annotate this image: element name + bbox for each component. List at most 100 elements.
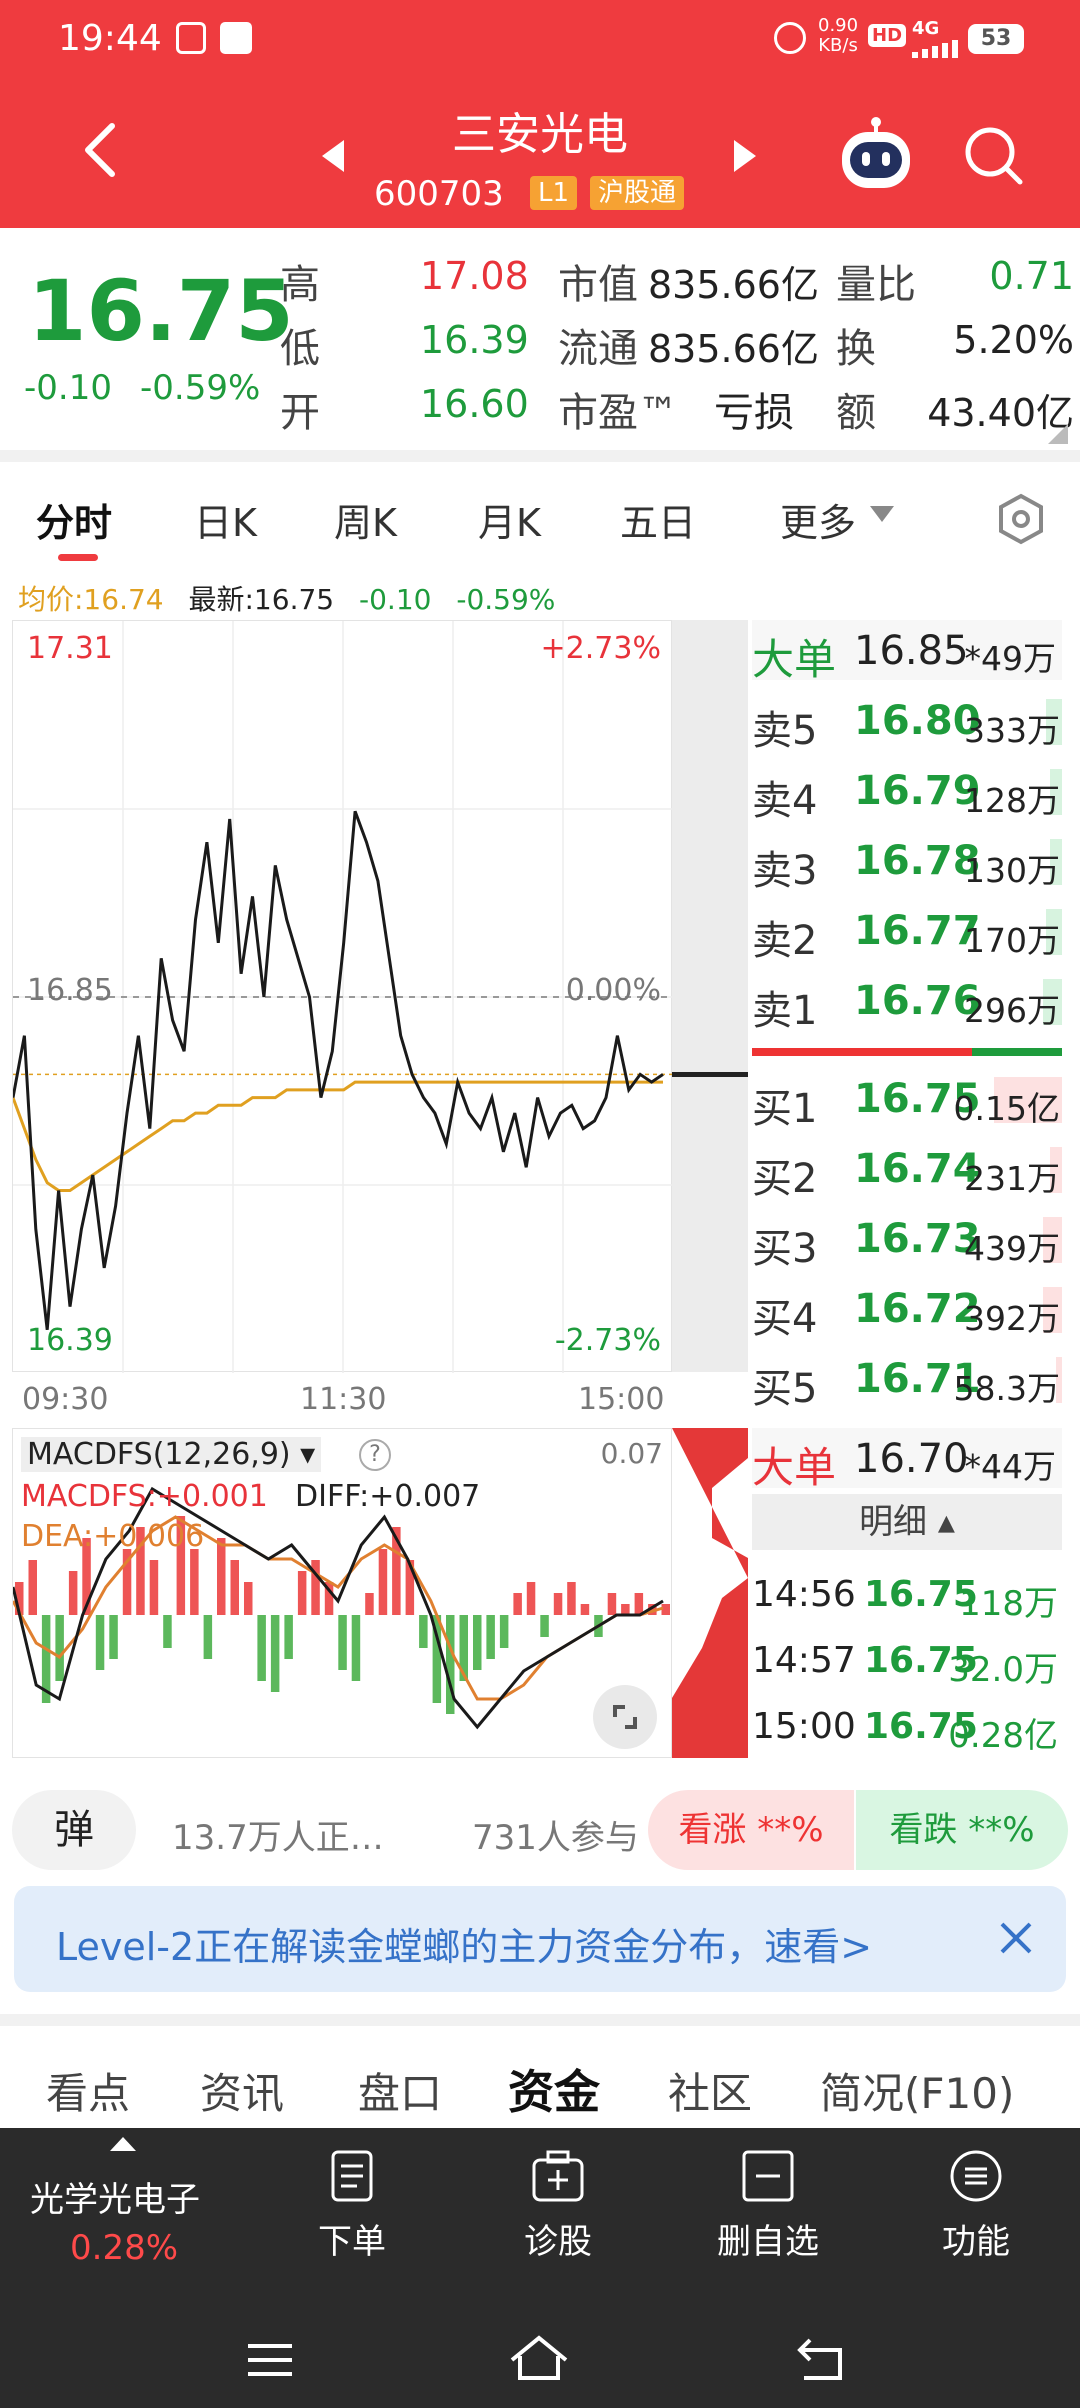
chart-info-line: 均价:16.74 最新:16.75 -0.10 -0.59%: [18, 578, 555, 618]
buy-volume: 58.3万: [953, 1369, 1060, 1408]
big-sell-price: 16.85: [854, 628, 969, 674]
sell-volume: 296万: [964, 991, 1060, 1030]
menu-icon[interactable]: [246, 2342, 294, 2382]
avg-price: 均价:16.74: [18, 583, 164, 616]
clock: 19:44: [58, 18, 162, 59]
float-label: 流通: [558, 326, 638, 372]
buy-row[interactable]: 买3 16.73 439万: [752, 1210, 1062, 1272]
trade-tick-row: 15:00 16.75 0.28亿: [752, 1698, 1062, 1758]
sell-row[interactable]: 卖3 16.78 130万: [752, 832, 1062, 894]
assistant-robot-icon[interactable]: [836, 116, 916, 196]
tab-weekly[interactable]: 周K: [334, 492, 397, 547]
mcap-value: 835.66亿: [648, 263, 819, 307]
tab-daily[interactable]: 日K: [194, 492, 257, 547]
expand-corner-icon[interactable]: [1048, 424, 1068, 444]
amount-label: 额: [836, 390, 876, 436]
sell-volume: 333万: [964, 711, 1060, 750]
big-buy-vol: *44万: [964, 1447, 1057, 1486]
big-sell-vol: *49万: [964, 639, 1057, 678]
subtab-highlights[interactable]: 看点: [46, 2060, 130, 2121]
next-stock-icon[interactable]: [730, 136, 760, 176]
sector-name[interactable]: 光学光电子: [30, 2172, 200, 2221]
back-icon[interactable]: [70, 120, 130, 180]
bull-vote-label: 看涨 **%: [678, 1810, 824, 1850]
net-speed-unit: KB/s: [818, 35, 858, 56]
trade-tick-row: 14:56 16.75 118万: [752, 1566, 1062, 1626]
sector-caret-icon: [110, 2136, 136, 2155]
buy-volume: 392万: [964, 1299, 1060, 1338]
nav-order[interactable]: 下单: [272, 2148, 432, 2263]
buy-price: 16.72: [854, 1286, 981, 1332]
level2-banner[interactable]: Level-2正在解读金螳螂的主力资金分布，速看>: [14, 1886, 1066, 1992]
buy-price: 16.74: [854, 1146, 981, 1192]
hd-badge: HD: [868, 24, 907, 47]
bull-vote-button[interactable]: 看涨 **%: [648, 1790, 854, 1870]
buy-row[interactable]: 买4 16.72 392万: [752, 1280, 1062, 1342]
prev-stock-icon[interactable]: [318, 136, 348, 176]
banner-text: Level-2正在解读金螳螂的主力资金分布，速看>: [56, 1925, 873, 1969]
subtab-funds[interactable]: 资金: [508, 2056, 600, 2122]
home-icon[interactable]: [508, 2334, 570, 2386]
latest-chg: -0.10: [359, 583, 432, 616]
sell-row[interactable]: 卖4 16.79 128万: [752, 762, 1062, 824]
nav-diagnose-label: 诊股: [524, 2222, 592, 2262]
low-value: 16.39: [420, 318, 529, 362]
sell-level-label: 卖4: [752, 778, 818, 824]
detail-toggle[interactable]: 明细 ▴: [752, 1494, 1062, 1550]
sell-price: 16.78: [854, 838, 981, 884]
back-nav-icon[interactable]: [796, 2336, 846, 2386]
tab-monthly[interactable]: 月K: [478, 492, 541, 547]
buy-volume: 0.15亿: [953, 1089, 1060, 1128]
buy-level-label: 买4: [752, 1296, 818, 1342]
stock-code: 600703: [374, 174, 504, 214]
sector-pct: 0.28%: [70, 2228, 179, 2268]
nav-remove-watch-label: 删自选: [717, 2222, 819, 2262]
sell-price: 16.80: [854, 698, 981, 744]
pe-label: 市盈™: [558, 390, 678, 436]
high-label: 高: [280, 262, 320, 308]
sell-row[interactable]: 卖1 16.76 296万: [752, 972, 1062, 1034]
tab-intraday[interactable]: 分时: [36, 492, 112, 547]
buy-price: 16.73: [854, 1216, 981, 1262]
buy-level-label: 买1: [752, 1086, 818, 1132]
participants-count: 731人参与: [472, 1818, 639, 1858]
sell-volume: 130万: [964, 851, 1060, 890]
mcap-label: 市值: [558, 262, 638, 308]
tab-more[interactable]: 更多: [780, 492, 856, 547]
turnover-label: 换: [836, 326, 876, 372]
tab-five-day[interactable]: 五日: [620, 492, 696, 547]
subtab-profile[interactable]: 简况(F10): [820, 2060, 1014, 2121]
nav-functions[interactable]: 功能: [896, 2148, 1056, 2263]
divider: [0, 2014, 1080, 2026]
order-book: 大单 16.85 *49万 卖5 16.80 333万 卖4 16.79 128万 卖3 16…: [0, 620, 1080, 1760]
sell-row[interactable]: 卖5 16.80 333万: [752, 692, 1062, 754]
big-sell-row[interactable]: 大单 16.85 *49万: [752, 620, 1062, 684]
tick-time: 15:00: [752, 1706, 856, 1747]
danmu-button[interactable]: 弹: [12, 1790, 136, 1870]
system-nav-bar: [0, 2298, 1080, 2408]
settings-hex-icon[interactable]: [994, 492, 1048, 546]
close-icon[interactable]: [996, 1918, 1036, 1958]
nav-order-label: 下单: [318, 2222, 386, 2262]
buy-level-label: 买5: [752, 1366, 818, 1412]
app-notification-icon: [176, 22, 206, 54]
detail-label: 明细: [859, 1502, 928, 1542]
big-buy-row[interactable]: 大单 16.70 *44万: [752, 1428, 1062, 1492]
bear-vote-button[interactable]: 看跌 **%: [856, 1790, 1068, 1870]
subtab-community[interactable]: 社区: [668, 2060, 752, 2121]
buy-row[interactable]: 买5 16.71 58.3万: [752, 1350, 1062, 1412]
market-tag: 沪股通: [590, 176, 685, 210]
subtab-handicap[interactable]: 盘口: [358, 2060, 442, 2121]
bottom-nav: 光学光电子 0.28% 下单 诊股 删自选 功能: [0, 2128, 1080, 2298]
buy-row[interactable]: 买1 16.75 0.15亿: [752, 1070, 1062, 1132]
nav-remove-watch[interactable]: 删自选: [688, 2148, 848, 2263]
nav-diagnose[interactable]: 诊股: [478, 2148, 638, 2263]
subtab-news[interactable]: 资讯: [200, 2060, 284, 2121]
buy-row[interactable]: 买2 16.74 231万: [752, 1140, 1062, 1202]
tick-volume: 32.0万: [948, 1650, 1058, 1690]
sell-row[interactable]: 卖2 16.77 170万: [752, 902, 1062, 964]
more-caret-icon: [870, 506, 894, 526]
tick-volume: 0.28亿: [948, 1716, 1058, 1756]
search-icon[interactable]: [962, 124, 1026, 188]
divider: [0, 450, 1080, 462]
